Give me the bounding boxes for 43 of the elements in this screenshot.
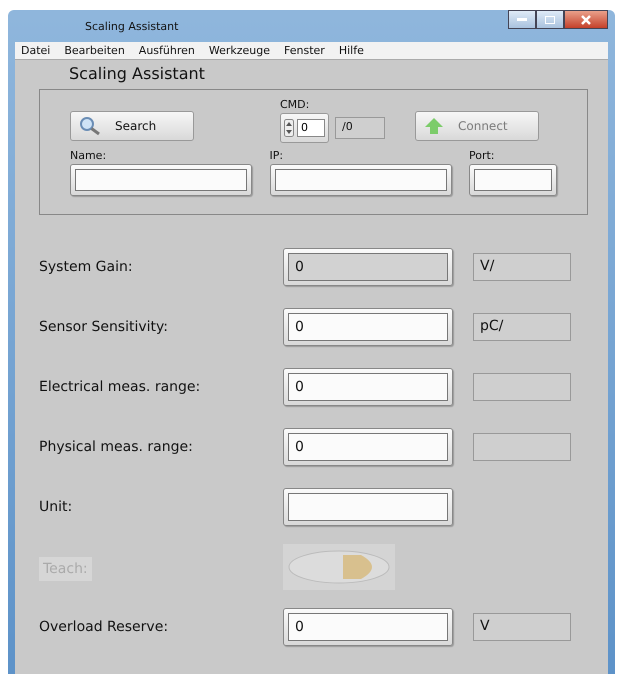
- field-label: IP:: [270, 149, 284, 162]
- menu-item[interactable]: Fenster: [284, 44, 325, 57]
- field-label: Electrical meas. range:: [39, 379, 202, 395]
- cmd-label: CMD:: [280, 98, 310, 111]
- cmd-value: 0: [297, 119, 325, 137]
- field-label: Overload Reserve:: [39, 619, 170, 635]
- menu-item[interactable]: Werkzeuge: [208, 44, 270, 57]
- field-label: Physical meas. range:: [39, 439, 194, 455]
- spinner-arrows-icon: [284, 119, 294, 137]
- unit-display: pC/: [473, 313, 571, 341]
- close-button[interactable]: [564, 10, 608, 29]
- panel-heading: Scaling Assistant: [69, 64, 206, 83]
- cmd-spinner[interactable]: 0: [280, 113, 329, 143]
- text-field[interactable]: [469, 164, 557, 196]
- text-field[interactable]: [270, 164, 452, 196]
- window-title: Scaling Assistant: [85, 20, 178, 32]
- maximize-button[interactable]: [536, 10, 564, 29]
- unit-display: V/: [473, 253, 571, 281]
- upload-arrow-icon: [424, 116, 444, 136]
- input-field[interactable]: 0: [283, 308, 453, 346]
- cmd-total: /0: [335, 117, 385, 139]
- unit-display: V: [473, 613, 571, 641]
- input-field[interactable]: 0: [283, 608, 453, 646]
- field-label: System Gain:: [39, 259, 134, 275]
- input-field[interactable]: 0: [283, 368, 453, 406]
- minimize-icon: [517, 18, 527, 22]
- input-field[interactable]: 0: [283, 248, 453, 286]
- input-field[interactable]: 0: [283, 428, 453, 466]
- menu-item[interactable]: Hilfe: [338, 44, 364, 57]
- field-label: Sensor Sensitivity:: [39, 319, 170, 335]
- minimize-button[interactable]: [508, 10, 536, 29]
- input-field[interactable]: [283, 488, 453, 526]
- search-button[interactable]: Search: [70, 111, 194, 141]
- field-label: Port:: [469, 149, 496, 162]
- text-field[interactable]: [70, 164, 252, 196]
- menu-item[interactable]: Datei: [21, 44, 50, 57]
- menu-item[interactable]: Ausführen: [138, 44, 195, 57]
- field-label: Unit:: [39, 499, 74, 515]
- maximize-icon: [545, 16, 555, 24]
- field-label: Name:: [70, 149, 108, 162]
- search-icon: [79, 116, 101, 136]
- menu-item[interactable]: Bearbeiten: [64, 44, 125, 57]
- close-icon: [581, 14, 591, 24]
